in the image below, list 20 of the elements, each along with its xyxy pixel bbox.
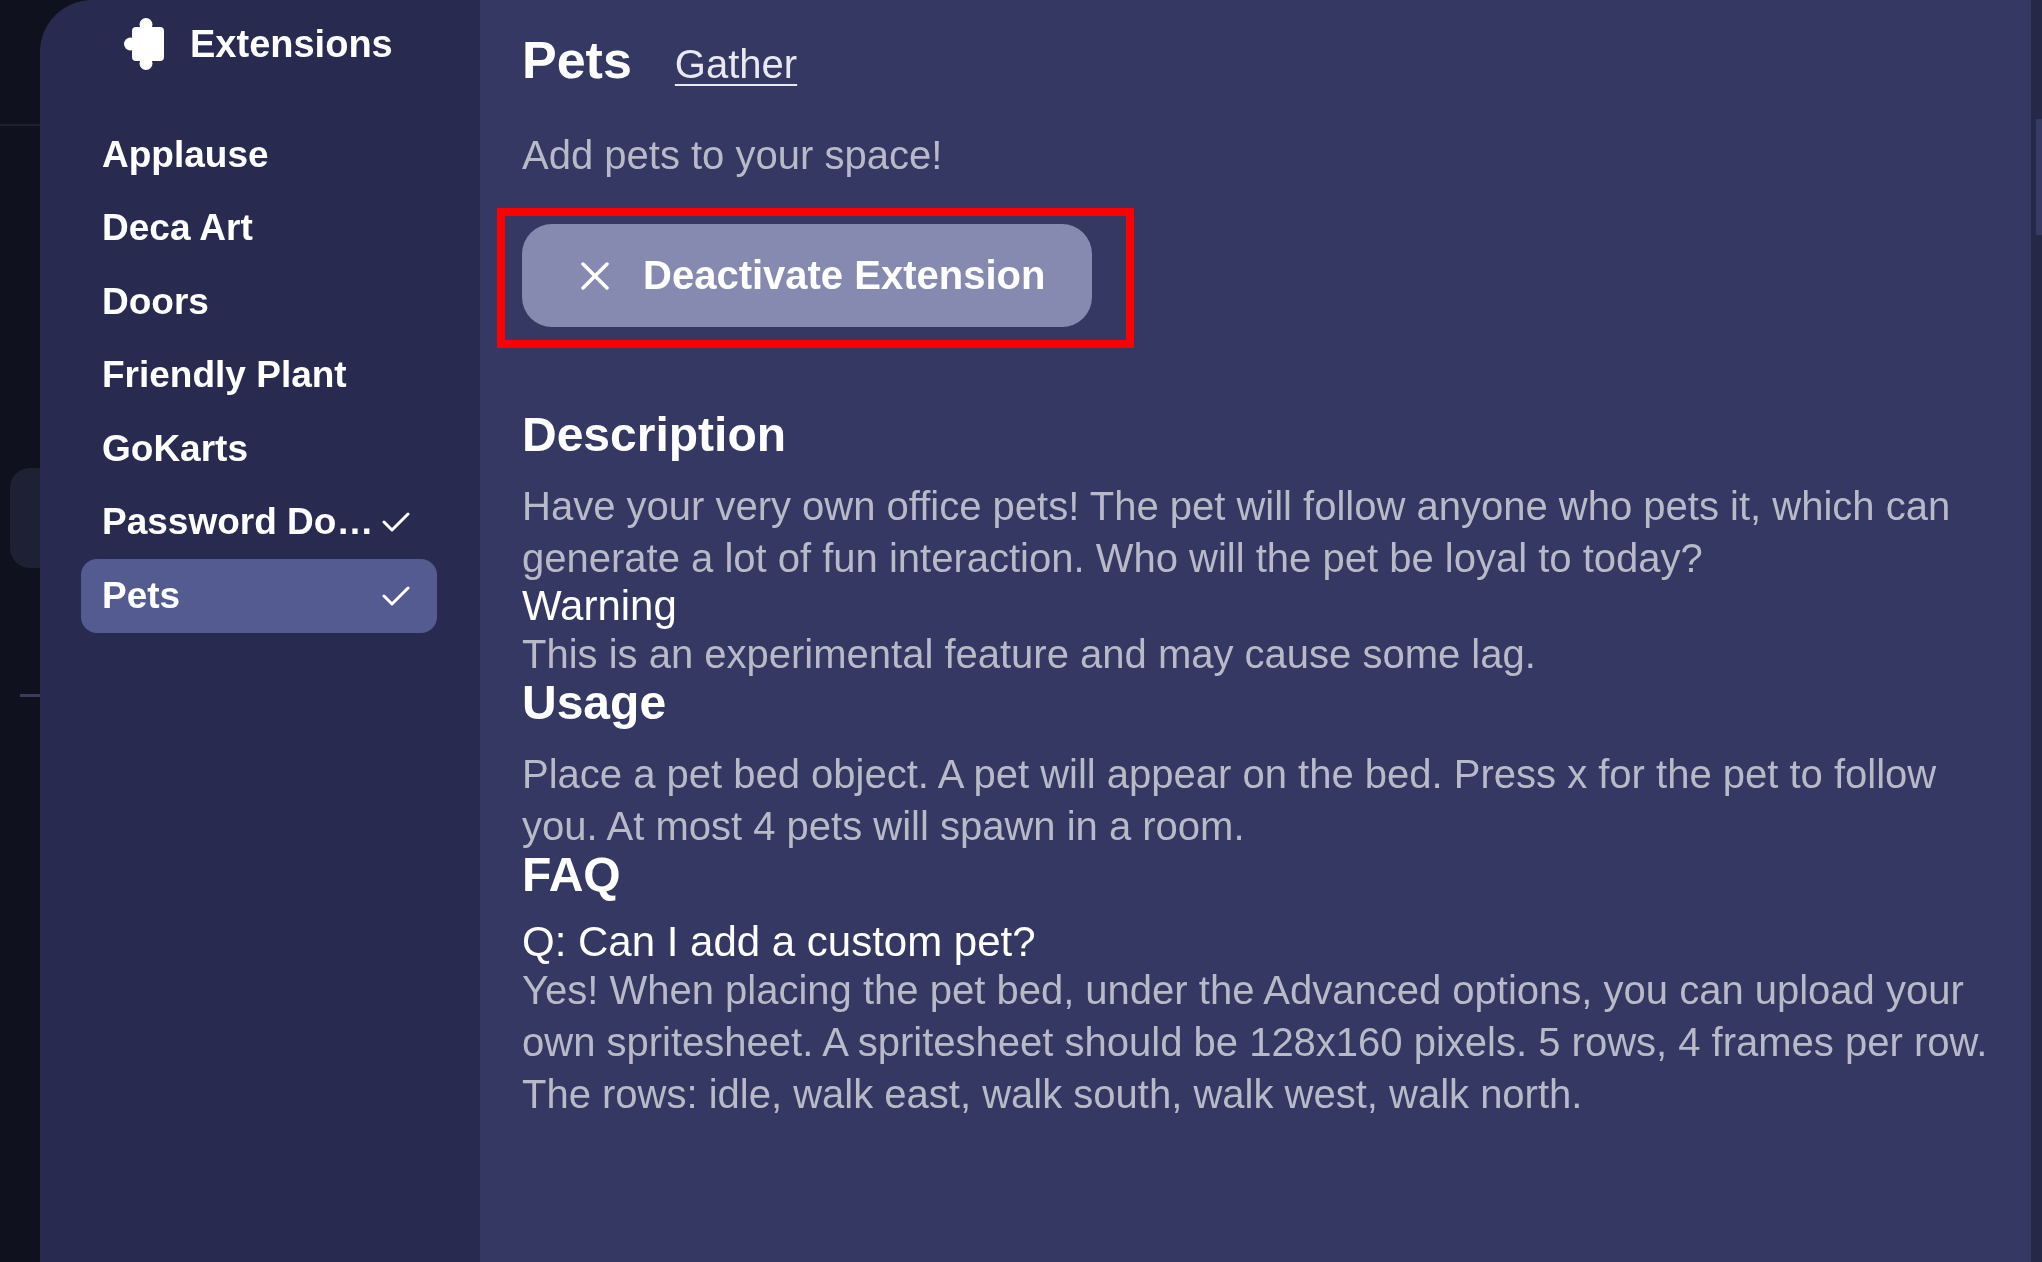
sidebar-item[interactable]: Password Do… xyxy=(81,485,437,559)
sidebar-item[interactable]: Deca Art xyxy=(81,191,437,265)
tagline: Add pets to your space! xyxy=(522,132,944,179)
sidebar-item[interactable]: GoKarts xyxy=(81,412,437,486)
sidebar-title: Extensions xyxy=(190,22,393,67)
puzzle-icon xyxy=(124,18,164,70)
body-text: Have your very own office pets! The pet will follow anyone who pets it, which can generate a lot of fun interaction. Who will the pet be loyal to today? xyxy=(522,483,1952,582)
subheading: Warning xyxy=(522,584,678,628)
extension-title: Pets xyxy=(522,30,632,90)
body-text: This is an experimental feature and may cause some lag. xyxy=(522,631,1537,678)
sidebar-item[interactable]: Applause xyxy=(81,118,437,192)
cross-icon xyxy=(581,261,609,290)
publisher-link[interactable]: Gather xyxy=(674,40,798,88)
body-text: Place a pet bed object. A pet will appear on the bed. Press x for the pet to follow you. At most 4 pets will spawn in a room. xyxy=(522,751,1938,850)
body-text: Yes! When placing the pet bed, under the Advanced options, you can upload your own spritesheet. A spritesheet should be 128x160 pixels. 5 rows, 4 frames per row. The rows: idle, walk east, walk south, walk west, walk north. xyxy=(522,967,1989,1118)
scrollbar-thumb[interactable] xyxy=(2036,119,2042,235)
sidebar-item[interactable]: Pets xyxy=(81,559,437,633)
subheading: Q: Can I add a custom pet? xyxy=(522,920,1037,964)
sidebar-item[interactable]: Friendly Plant xyxy=(81,338,437,412)
sidebar-item[interactable]: Doors xyxy=(81,265,437,339)
